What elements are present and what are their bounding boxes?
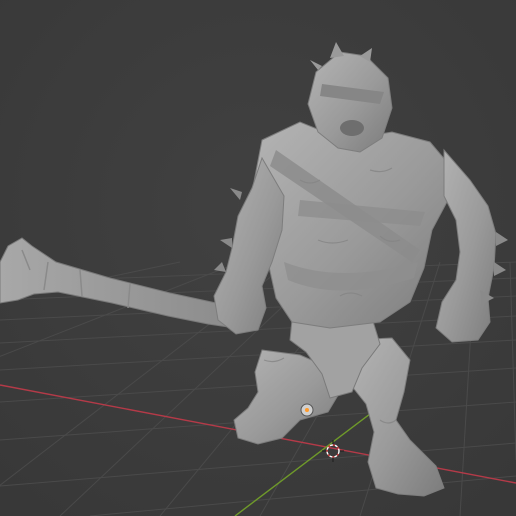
3d-viewport[interactable] bbox=[0, 0, 516, 516]
viewport-canvas[interactable] bbox=[0, 0, 516, 516]
object-origin-icon[interactable] bbox=[300, 403, 314, 417]
